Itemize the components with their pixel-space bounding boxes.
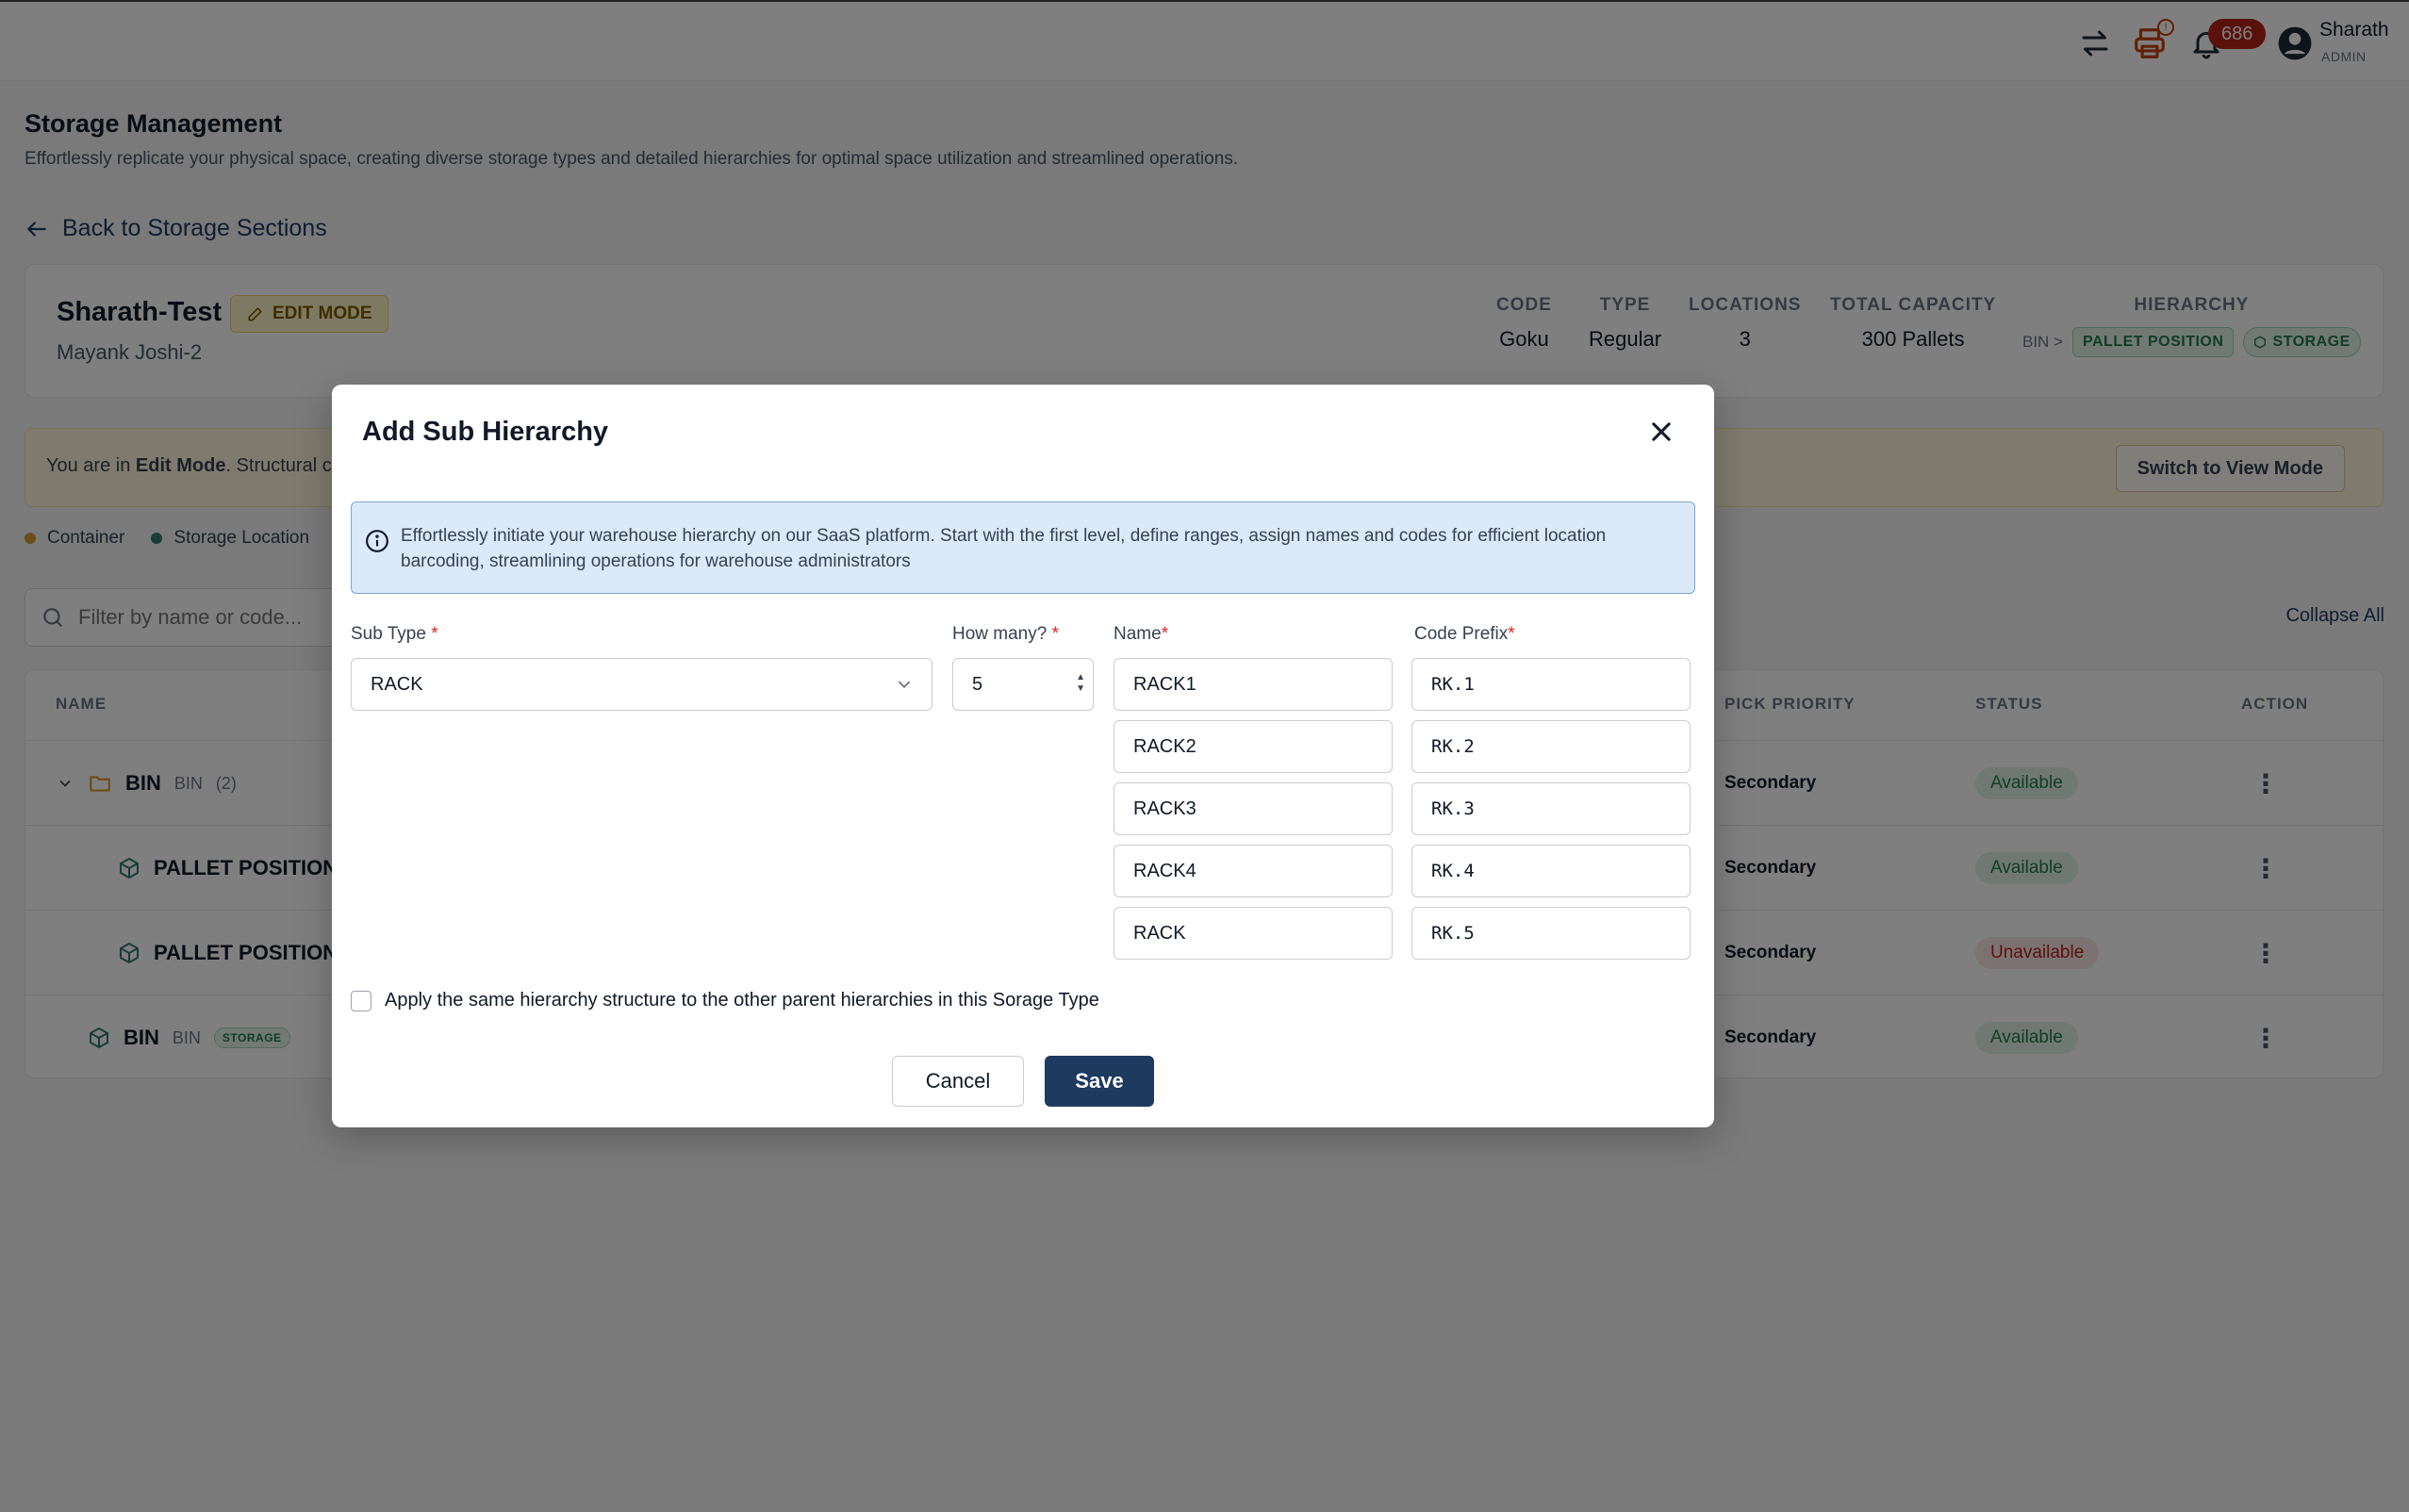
sub-type-label-text: Sub Type: [351, 624, 426, 644]
how-many-label-text: How many?: [952, 624, 1048, 644]
required-mark: *: [1161, 624, 1169, 644]
code-prefix-input-1[interactable]: RK.1: [1411, 658, 1691, 711]
name-input-4[interactable]: RACK4: [1114, 845, 1393, 897]
apply-same-structure-label[interactable]: Apply the same hierarchy structure to th…: [385, 990, 1099, 1011]
name-label-text: Name: [1114, 624, 1162, 644]
apply-same-structure-row: Apply the same hierarchy structure to th…: [351, 990, 1099, 1011]
code-prefix-input-2[interactable]: RK.2: [1411, 720, 1691, 773]
name-label: Name*: [1114, 624, 1168, 645]
required-mark: *: [431, 624, 438, 644]
info-text: Effortlessly initiate your warehouse hie…: [401, 526, 1607, 571]
sub-type-label: Sub Type *: [351, 624, 438, 645]
info-icon: [366, 530, 388, 552]
how-many-label: How many? *: [952, 624, 1059, 645]
how-many-value: 5: [972, 673, 983, 695]
name-input-2[interactable]: RACK2: [1114, 720, 1393, 773]
number-stepper-icon[interactable]: ▲ ▼: [1076, 672, 1085, 695]
cancel-button[interactable]: Cancel: [892, 1056, 1024, 1107]
required-mark: *: [1508, 624, 1515, 644]
name-input-1[interactable]: RACK1: [1114, 658, 1393, 711]
apply-same-structure-checkbox[interactable]: [351, 990, 371, 1011]
name-input-5[interactable]: RACK: [1114, 907, 1393, 960]
code-prefix-label-text: Code Prefix: [1414, 624, 1509, 644]
code-prefix-label: Code Prefix*: [1414, 624, 1515, 645]
code-prefix-input-4[interactable]: RK.4: [1411, 845, 1691, 897]
chevron-down-icon: [898, 681, 911, 689]
add-sub-hierarchy-modal: Add Sub Hierarchy Effortlessly initiate …: [332, 385, 1714, 1127]
how-many-input[interactable]: 5 ▲ ▼: [952, 658, 1094, 711]
required-mark: *: [1051, 624, 1060, 644]
sub-type-select[interactable]: RACK: [351, 658, 932, 711]
code-prefix-input-5[interactable]: RK.5: [1411, 907, 1691, 960]
close-icon[interactable]: [1644, 415, 1678, 449]
info-box: Effortlessly initiate your warehouse hie…: [351, 501, 1695, 594]
code-prefix-input-3[interactable]: RK.3: [1411, 782, 1691, 835]
sub-type-value: RACK: [371, 673, 423, 695]
save-button[interactable]: Save: [1045, 1056, 1154, 1107]
name-input-3[interactable]: RACK3: [1114, 782, 1393, 835]
modal-title: Add Sub Hierarchy: [362, 417, 609, 447]
